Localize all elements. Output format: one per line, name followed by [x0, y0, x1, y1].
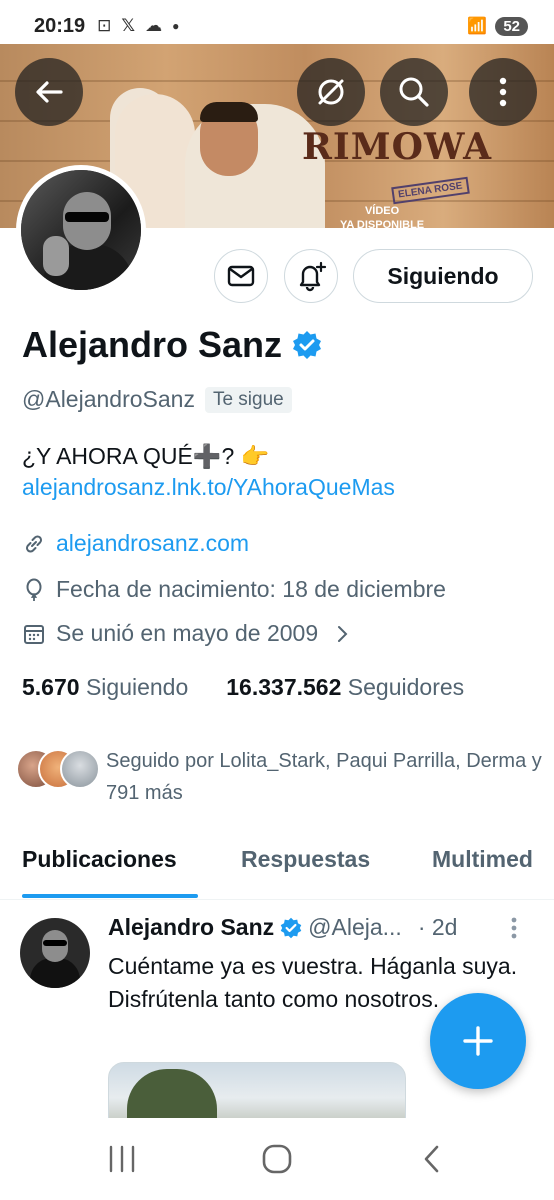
follows-you-badge: Te sigue — [204, 386, 292, 413]
profile-tabs: Publicaciones Respuestas Multimed — [0, 834, 554, 900]
grok-button[interactable] — [297, 58, 365, 126]
x-logo-icon: 𝕏 — [121, 16, 136, 35]
tab-publicaciones[interactable]: Publicaciones — [22, 846, 177, 873]
profile-handle: @AlejandroSanz — [22, 386, 195, 412]
website-row: alejandrosanz.com — [22, 530, 249, 557]
search-icon — [399, 77, 429, 107]
followed-by-text: Seguido por Lolita_Stark, Paqui Parrilla… — [106, 750, 542, 804]
message-button[interactable] — [214, 249, 268, 303]
website-link[interactable]: alejandrosanz.com — [56, 530, 249, 557]
link-icon — [25, 534, 43, 553]
recent-apps-icon — [109, 1145, 135, 1173]
cloud-icon: ☁ — [145, 16, 163, 35]
chevron-left-icon — [424, 1145, 439, 1173]
back-button[interactable] — [15, 58, 83, 126]
mutual-avatars — [16, 745, 100, 791]
joined-row[interactable]: Se unió en mayo de 2009 — [22, 620, 352, 647]
followed-by[interactable]: Seguido por Lolita_Stark, Paqui Parrilla… — [16, 745, 546, 809]
post-timestamp[interactable]: · 2d — [418, 914, 458, 941]
status-icons: ⊡ 𝕏 ☁ ● — [97, 16, 179, 36]
balloon-icon — [26, 578, 42, 601]
plus-icon — [463, 1026, 493, 1056]
wifi-icon: 📶 — [467, 18, 488, 35]
back-nav-button[interactable] — [402, 1138, 462, 1180]
system-nav-bar — [0, 1118, 554, 1200]
screenshot-icon: ⊡ — [97, 16, 112, 35]
post-author-handle[interactable]: @Aleja... — [308, 914, 402, 941]
following-button[interactable]: Siguiendo — [353, 249, 533, 303]
profile-avatar[interactable] — [16, 165, 146, 295]
birthday-row: Fecha de nacimiento: 18 de diciembre — [22, 576, 446, 603]
profile-name: Alejandro Sanz — [22, 324, 283, 365]
mutual-avatar — [60, 749, 100, 789]
home-icon — [262, 1144, 292, 1174]
compose-button[interactable] — [430, 993, 526, 1089]
banner-subtitle: VÍDEO YA DISPONIBLE — [340, 205, 425, 228]
verified-badge-icon — [293, 331, 322, 359]
birthday-text: Fecha de nacimiento: 18 de diciembre — [56, 576, 446, 602]
followers-stat[interactable]: 16.337.562 Seguidores — [226, 674, 464, 701]
profile-name-row: Alejandro Sanz — [22, 324, 322, 366]
post-media[interactable] — [108, 1062, 406, 1122]
following-stat[interactable]: 5.670 Siguiendo — [22, 674, 188, 701]
chevron-right-icon — [338, 625, 348, 642]
profile-handle-row: @AlejandroSanz Te sigue — [22, 386, 292, 413]
more-vertical-icon — [499, 77, 507, 107]
grok-icon — [318, 79, 344, 105]
verified-badge-icon — [280, 917, 302, 938]
joined-text: Se unió en mayo de 2009 — [56, 620, 319, 646]
post-header: Alejandro Sanz @Aleja... · 2d — [108, 914, 457, 941]
active-tab-indicator — [22, 894, 198, 898]
more-options-button[interactable] — [469, 58, 537, 126]
home-button[interactable] — [247, 1138, 307, 1180]
battery-indicator: 52 — [495, 16, 528, 36]
arrow-left-icon — [36, 81, 63, 103]
tab-respuestas[interactable]: Respuestas — [241, 846, 370, 873]
bell-plus-icon — [299, 261, 327, 292]
status-right: 📶 52 — [467, 16, 528, 36]
notifications-button[interactable] — [284, 249, 338, 303]
status-time: 20:19 — [34, 14, 86, 37]
mail-icon — [227, 265, 255, 287]
post-author-name[interactable]: Alejandro Sanz — [108, 914, 274, 941]
recent-apps-button[interactable] — [92, 1138, 152, 1180]
tab-multimedia[interactable]: Multimed — [432, 846, 533, 873]
calendar-icon — [24, 624, 44, 644]
profile-bio: ¿Y AHORA QUÉ➕? 👉 — [22, 443, 270, 469]
banner-brand-text: RIMOWA — [302, 126, 493, 168]
follow-stats: 5.670 Siguiendo 16.337.562 Seguidores — [22, 674, 464, 701]
post-avatar[interactable] — [20, 918, 90, 988]
more-vertical-icon — [511, 917, 517, 939]
search-button[interactable] — [380, 58, 448, 126]
bio-link[interactable]: alejandrosanz.lnk.to/YAhoraQueMas — [22, 474, 395, 501]
dot-icon: ● — [172, 19, 180, 33]
post-more-button[interactable] — [510, 916, 518, 947]
